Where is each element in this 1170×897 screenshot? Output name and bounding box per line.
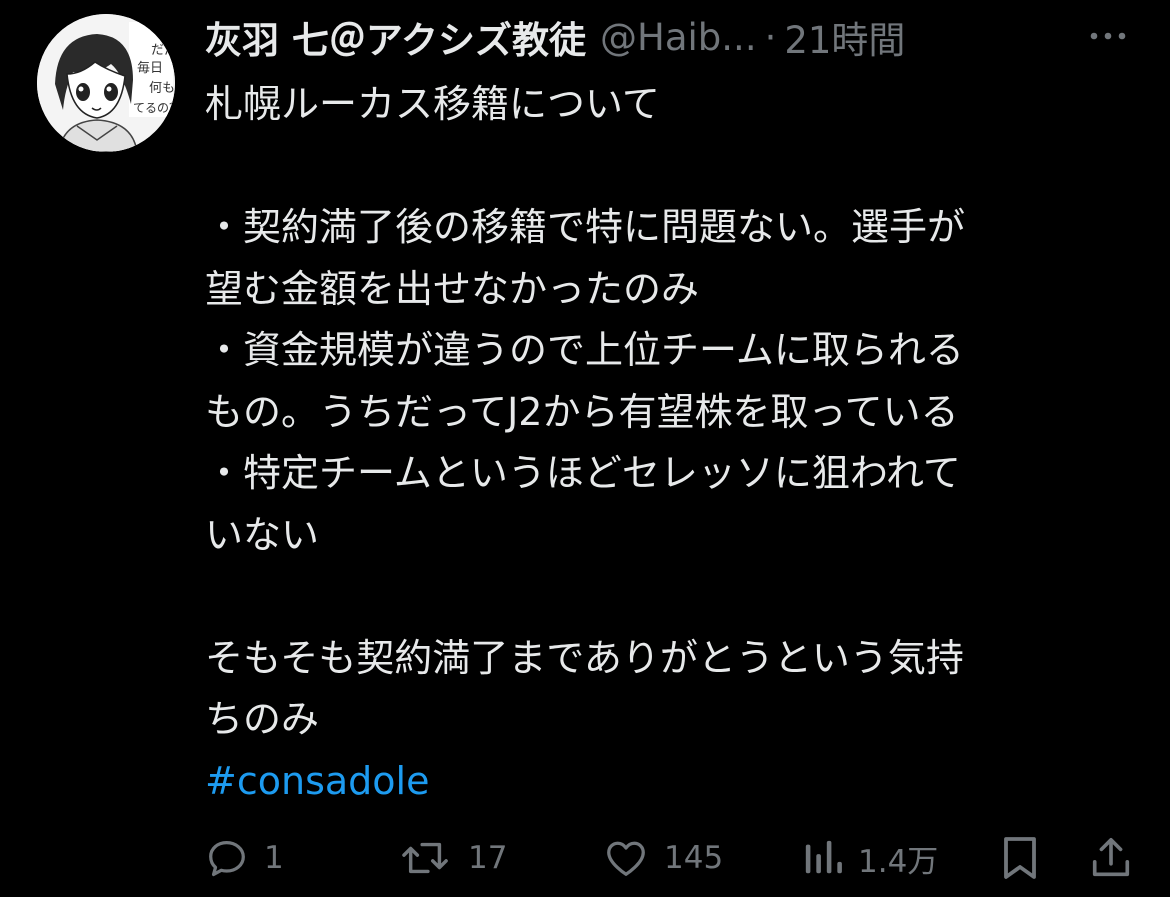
separator-dot: ·	[764, 15, 777, 59]
tweet-line: ・資金規模が違うので上位チームに取られる	[205, 328, 964, 372]
reply-count: 1	[264, 840, 284, 876]
share-icon	[1092, 837, 1130, 877]
tweet-line: いない	[205, 512, 320, 557]
hashtag-link[interactable]: #consadole	[205, 751, 1145, 813]
timestamp[interactable]: 21時間	[784, 10, 905, 64]
retweet-count: 17	[468, 840, 508, 876]
tweet-line	[205, 136, 1145, 198]
avatar-text-5: てるの？	[133, 101, 175, 115]
more-options-button[interactable]	[1080, 14, 1136, 54]
like-button[interactable]: 145	[602, 828, 723, 888]
tweet-line: そもそも契約満了までありがとうという気持	[205, 635, 964, 680]
avatar-text-4: 何も	[149, 80, 175, 96]
avatar-text-2: だだ	[151, 43, 175, 58]
share-button[interactable]	[1088, 828, 1134, 888]
bookmark-button[interactable]	[998, 828, 1042, 888]
heart-icon	[607, 841, 645, 876]
reply-icon	[209, 841, 245, 877]
views-button[interactable]: 1.4万	[802, 828, 938, 888]
views-icon	[805, 840, 842, 874]
avatar-illustration: きた だだ 毎日 何も てるの？	[37, 14, 175, 152]
display-name[interactable]: 灰羽 七＠アクシズ教徒	[205, 10, 586, 64]
bookmark-icon	[1004, 837, 1036, 879]
action-bar: 1 17 145 1.4万	[0, 828, 1170, 888]
tweet-line: ・契約満了後の移籍で特に問題ない。選手が	[205, 205, 966, 249]
avatar-text-3: 毎日	[137, 60, 163, 76]
avatar[interactable]: きた だだ 毎日 何も てるの？	[37, 14, 175, 152]
tweet-line: ・特定チームというほどセレッソに狙われて	[205, 451, 961, 495]
views-count: 1.4万	[858, 843, 939, 880]
tweet-header: 灰羽 七＠アクシズ教徒 @Haib... · 21時間	[205, 8, 1135, 66]
user-handle[interactable]: @Haib...	[600, 16, 757, 59]
tweet-line: ちのみ	[205, 697, 320, 741]
tweet-line: 望む金額を出せなかったのみ	[205, 266, 700, 311]
more-icon	[1090, 32, 1126, 40]
tweet-text: 札幌ルーカス移籍について ・契約満了後の移籍で特に問題ない。選手が 望む金額を出…	[205, 74, 1145, 812]
reply-button[interactable]: 1	[204, 828, 284, 888]
like-count: 145	[664, 840, 724, 876]
tweet: きた だだ 毎日 何も てるの？ 灰羽 七＠アクシズ教徒 @Haib... · …	[0, 0, 1170, 897]
retweet-icon	[402, 842, 448, 874]
tweet-line: もの。うちだってJ2から有望株を取っている	[205, 389, 959, 434]
tweet-line: 札幌ルーカス移籍について	[205, 82, 660, 126]
retweet-button[interactable]: 17	[398, 828, 507, 888]
avatar-text-1: きた	[165, 25, 175, 40]
tweet-line	[205, 566, 1145, 628]
